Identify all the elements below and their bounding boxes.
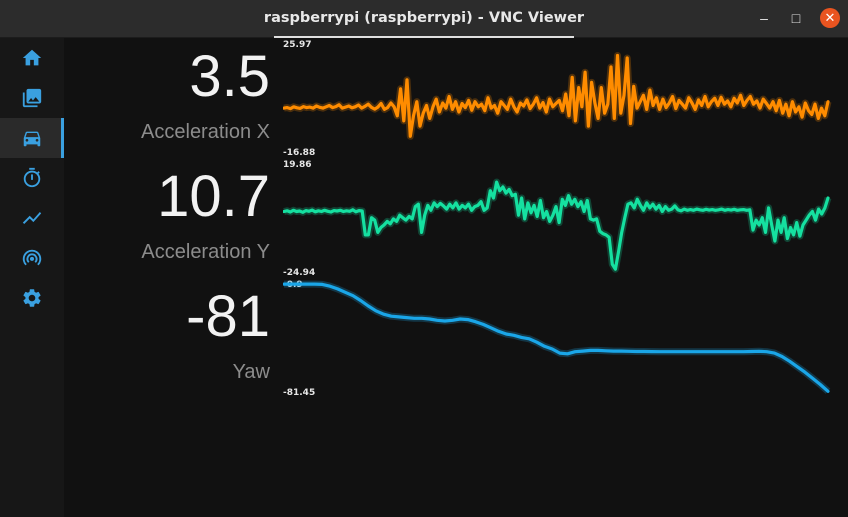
yaw-chart: [283, 280, 831, 394]
sidebar-item-connectivity[interactable]: [0, 238, 64, 278]
sidebar-item-settings[interactable]: [0, 278, 64, 318]
car-icon: [23, 131, 41, 147]
window-title: raspberrypi (raspberrypi) - VNC Viewer: [263, 10, 585, 26]
sidebar-item-gallery[interactable]: [0, 78, 64, 118]
acceleration-x-label: Acceleration X: [141, 121, 270, 143]
acceleration-x-value: 3.5: [189, 44, 270, 109]
yaw-value: -81: [186, 284, 270, 349]
maximize-button[interactable]: □: [786, 8, 806, 28]
broadcast-icon: [22, 249, 42, 266]
yaw-series-glow: [284, 280, 831, 394]
gear-icon: [23, 289, 41, 307]
image-icon: [22, 88, 42, 108]
stopwatch-icon: [23, 167, 41, 188]
sidebar: [0, 38, 64, 517]
sidebar-item-home[interactable]: [0, 38, 64, 78]
acceleration-x-series-glow: [283, 52, 832, 140]
acceleration-y-chart: [283, 178, 832, 273]
close-button[interactable]: ✕: [820, 8, 840, 28]
window-titlebar[interactable]: raspberrypi (raspberrypi) - VNC Viewer –…: [0, 0, 848, 38]
acceleration-y-value: 10.7: [157, 164, 270, 229]
sidebar-item-timer[interactable]: [0, 158, 64, 198]
sidebar-item-vehicle[interactable]: [0, 118, 64, 158]
trending-icon: [22, 212, 42, 224]
home-icon: [22, 49, 42, 66]
acceleration-x-chart: [283, 52, 832, 140]
yaw-label: Yaw: [232, 361, 270, 383]
title-underline: [274, 36, 574, 38]
acceleration-y-label: Acceleration Y: [141, 241, 270, 263]
sidebar-item-trends[interactable]: [0, 198, 64, 238]
minimize-button[interactable]: –: [754, 8, 774, 28]
acceleration-y-series-line: [283, 180, 830, 271]
